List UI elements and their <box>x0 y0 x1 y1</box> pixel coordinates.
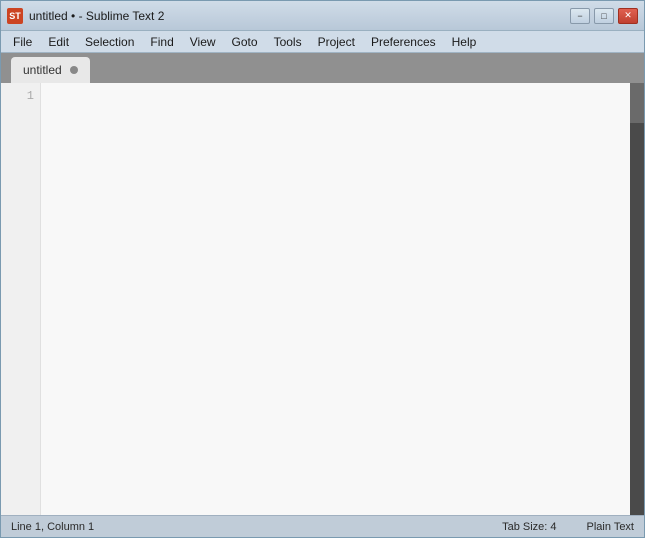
window-title: untitled • - Sublime Text 2 <box>29 9 164 23</box>
tab-modified-indicator <box>70 66 78 74</box>
minimize-button[interactable]: − <box>570 8 590 24</box>
title-controls: − □ ✕ <box>570 8 638 24</box>
scrollbar-thumb[interactable] <box>630 83 644 123</box>
main-window: ST untitled • - Sublime Text 2 − □ ✕ Fil… <box>0 0 645 538</box>
editor-content[interactable] <box>41 83 630 515</box>
menu-preferences[interactable]: Preferences <box>363 33 444 51</box>
menu-file[interactable]: File <box>5 33 40 51</box>
line-number-1: 1 <box>27 87 34 105</box>
menu-help[interactable]: Help <box>444 33 485 51</box>
menu-project[interactable]: Project <box>310 33 363 51</box>
maximize-button[interactable]: □ <box>594 8 614 24</box>
title-bar-left: ST untitled • - Sublime Text 2 <box>7 8 164 24</box>
title-bar: ST untitled • - Sublime Text 2 − □ ✕ <box>1 1 644 31</box>
tab-size: Tab Size: 4 <box>502 521 556 533</box>
line-numbers: 1 <box>1 83 41 515</box>
menu-view[interactable]: View <box>182 33 224 51</box>
status-bar: Line 1, Column 1 Tab Size: 4 Plain Text <box>1 515 644 537</box>
app-icon: ST <box>7 8 23 24</box>
tab-label: untitled <box>23 63 62 77</box>
status-right: Tab Size: 4 Plain Text <box>502 521 634 533</box>
menu-bar: File Edit Selection Find View Goto Tools… <box>1 31 644 53</box>
syntax-type[interactable]: Plain Text <box>587 521 635 533</box>
menu-find[interactable]: Find <box>142 33 181 51</box>
menu-tools[interactable]: Tools <box>266 33 310 51</box>
tab-untitled[interactable]: untitled <box>11 57 90 83</box>
close-button[interactable]: ✕ <box>618 8 638 24</box>
cursor-position: Line 1, Column 1 <box>11 521 94 533</box>
menu-edit[interactable]: Edit <box>40 33 77 51</box>
menu-selection[interactable]: Selection <box>77 33 142 51</box>
vertical-scrollbar[interactable] <box>630 83 644 515</box>
editor-area: 1 <box>1 83 644 515</box>
menu-goto[interactable]: Goto <box>224 33 266 51</box>
tab-bar: untitled <box>1 53 644 83</box>
